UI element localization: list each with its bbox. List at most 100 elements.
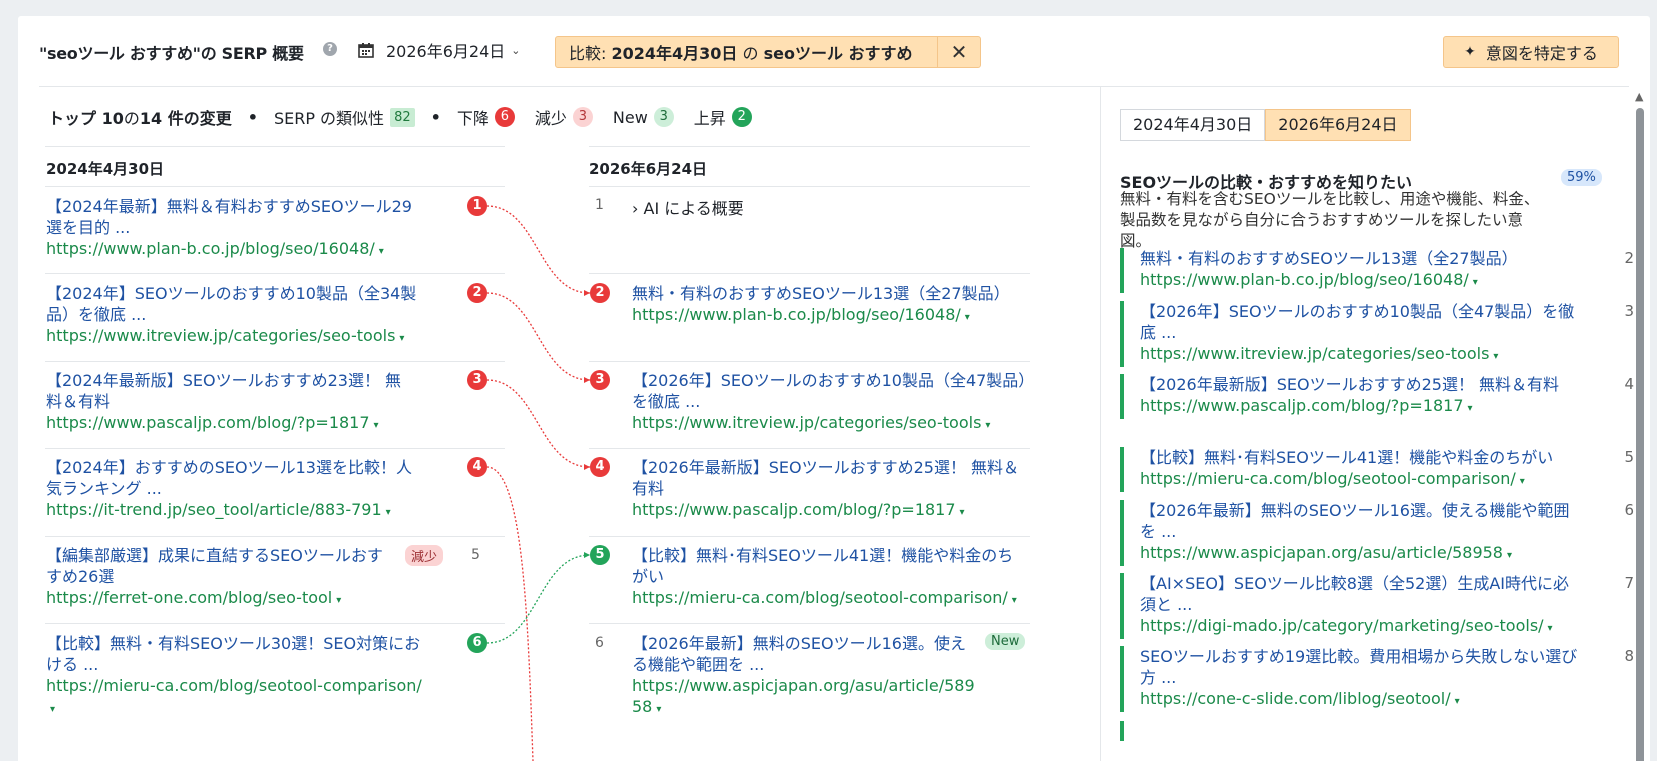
result-url[interactable]: https://mieru-ca.com/blog/seotool-compar… xyxy=(632,588,1008,607)
connector-2-3 xyxy=(486,292,591,381)
summary-lead: トップ 10 xyxy=(48,109,124,128)
result-url[interactable]: https://it-trend.jp/seo_tool/article/883… xyxy=(46,500,382,519)
caret-down-icon[interactable]: ▾ xyxy=(336,595,341,606)
result-url[interactable]: https://www.pascaljp.com/blog/?p=1817 xyxy=(46,413,370,432)
scrollbar-thumb[interactable] xyxy=(1636,108,1644,761)
result-url[interactable]: https://cone-c-slide.com/liblog/seotool/ xyxy=(1140,689,1451,708)
result-title[interactable]: 【2024年最新版】SEOツールおすすめ23選！ 無料＆有料 xyxy=(46,370,416,412)
tab-old-date[interactable]: 2024年4月30日 xyxy=(1120,109,1266,141)
result-url[interactable]: https://mieru-ca.com/blog/seotool-compar… xyxy=(46,676,422,695)
caret-down-icon[interactable]: ▾ xyxy=(960,507,965,518)
intent-result-item[interactable]: 【2026年最新版】SEOツールおすすめ25選！ 無料＆有料 https://w… xyxy=(1120,374,1634,419)
identify-intent-button[interactable]: ✦ 意図を特定する xyxy=(1443,36,1619,68)
result-url[interactable]: https://digi-mado.jp/category/marketing/… xyxy=(1140,616,1544,635)
rank-badge: 5 xyxy=(590,545,610,565)
list-item[interactable]: 【編集部厳選】成果に直結するSEOツールおすすめ26選 https://ferr… xyxy=(46,545,391,611)
result-title[interactable]: 【2026年】SEOツールのおすすめ10製品（全47製品）を徹底 ... xyxy=(1140,301,1580,343)
caret-down-icon[interactable]: ▾ xyxy=(1493,351,1498,362)
result-url[interactable]: https://www.pascaljp.com/blog/?p=1817 xyxy=(1140,396,1464,415)
decrease-label[interactable]: 減少 xyxy=(535,105,567,129)
result-url[interactable]: https://www.itreview.jp/categories/seo-t… xyxy=(632,413,981,432)
result-url[interactable]: https://mieru-ca.com/blog/seotool-compar… xyxy=(1140,469,1516,488)
intent-percent-badge: 59% xyxy=(1561,169,1602,186)
result-title[interactable]: 【2024年最新】無料＆有料おすすめSEOツール29選を目的 ... xyxy=(46,196,426,238)
result-title[interactable]: 【2026年最新版】SEOツールおすすめ25選！ 無料＆有料 xyxy=(632,457,1032,499)
result-url[interactable]: https://www.plan-b.co.jp/blog/seo/16048/ xyxy=(46,239,375,258)
scrollbar[interactable]: ▲ xyxy=(1633,88,1647,761)
result-title[interactable]: 【AI×SEO】SEOツール比較8選（全52選）生成AI時代に必須と ... xyxy=(1140,573,1580,615)
help-icon[interactable]: ? xyxy=(323,42,337,56)
caret-down-icon[interactable]: ▾ xyxy=(1548,623,1553,634)
result-title[interactable]: 【2026年最新】無料のSEOツール16選。使える機能や範囲を ... xyxy=(632,633,977,675)
list-item[interactable]: 【比較】無料・有料SEOツール30選！SEO対策における ... https:/… xyxy=(46,633,426,720)
intent-result-item[interactable]: 【2026年】SEOツールのおすすめ10製品（全47製品）を徹底 ... htt… xyxy=(1120,301,1634,367)
list-item[interactable]: 【2026年最新版】SEOツールおすすめ25選！ 無料＆有料 https://w… xyxy=(632,457,1032,523)
list-item[interactable]: 【比較】無料･有料SEOツール41選！機能や料金のちがい https://mie… xyxy=(632,545,1027,611)
tab-new-date[interactable]: 2026年6月24日 xyxy=(1265,109,1411,141)
list-item[interactable]: 【2024年】SEOツールのおすすめ10製品（全34製品）を徹底 ... htt… xyxy=(46,283,431,349)
ai-overview-toggle[interactable]: › AI による概要 xyxy=(632,195,744,219)
result-url[interactable]: https://www.itreview.jp/categories/seo-t… xyxy=(46,326,395,345)
new-label[interactable]: New xyxy=(613,108,648,127)
caret-down-icon[interactable]: ▾ xyxy=(656,704,661,715)
result-url[interactable]: https://www.plan-b.co.jp/blog/seo/16048/ xyxy=(632,305,961,324)
intent-result-item[interactable]: 【比較】無料･有料SEOツール41選！機能や料金のちがい https://mie… xyxy=(1120,447,1634,492)
intent-result-item[interactable]: SEOツールおすすめ19選比較。費用相場から失敗しない選び方 ... https… xyxy=(1120,646,1634,712)
caret-down-icon[interactable]: ▾ xyxy=(1455,696,1460,707)
result-title[interactable]: 【2026年最新版】SEOツールおすすめ25選！ 無料＆有料 xyxy=(1140,374,1580,395)
caret-down-icon[interactable]: ▾ xyxy=(1520,476,1525,487)
result-url[interactable]: https://www.aspicjapan.org/asu/article/5… xyxy=(1140,543,1503,562)
list-item[interactable]: 【2026年最新】無料のSEOツール16選。使える機能や範囲を ... http… xyxy=(632,633,977,720)
result-url[interactable]: https://www.itreview.jp/categories/seo-t… xyxy=(1140,344,1489,363)
caret-down-icon[interactable]: ▾ xyxy=(985,420,990,431)
compare-chip[interactable]: 比較: 2024年4月30日 の seoツール おすすめ ✕ xyxy=(555,36,981,68)
result-url[interactable]: https://www.pascaljp.com/blog/?p=1817 xyxy=(632,500,956,519)
caret-down-icon[interactable]: ▾ xyxy=(1507,550,1512,561)
list-item[interactable]: 【2024年】おすすめのSEOツール13選を比較！人気ランキング ... htt… xyxy=(46,457,426,523)
result-url[interactable]: https://www.aspicjapan.org/asu/article/5… xyxy=(632,676,975,716)
left-column-header: 2024年4月30日 xyxy=(46,160,165,178)
date-picker[interactable]: 2026年6月24日 ⌄ xyxy=(358,38,520,62)
list-item[interactable]: 無料・有料のおすすめSEOツール13選（全27製品） https://www.p… xyxy=(632,283,1027,328)
close-icon[interactable]: ✕ xyxy=(937,37,980,67)
caret-down-icon[interactable]: ▾ xyxy=(379,246,384,257)
result-title[interactable]: 【比較】無料・有料SEOツール30選！SEO対策における ... xyxy=(46,633,426,675)
intent-result-item[interactable]: 【2026年最新】無料のSEOツール16選。使える機能や範囲を ... http… xyxy=(1120,500,1634,566)
result-title[interactable]: SEOツールおすすめ19選比較。費用相場から失敗しない選び方 ... xyxy=(1140,646,1580,688)
result-title[interactable]: 【2024年】SEOツールのおすすめ10製品（全34製品）を徹底 ... xyxy=(46,283,431,325)
down-label[interactable]: 下降 xyxy=(457,105,489,129)
result-url[interactable]: https://www.plan-b.co.jp/blog/seo/16048/ xyxy=(1140,270,1469,289)
caret-down-icon[interactable]: ▾ xyxy=(374,420,379,431)
caret-down-icon[interactable]: ▾ xyxy=(1473,277,1478,288)
rank-badge: 1 xyxy=(467,196,487,216)
list-item[interactable]: 【2026年】SEOツールのおすすめ10製品（全47製品）を徹底 ... htt… xyxy=(632,370,1032,436)
result-title[interactable]: 無料・有料のおすすめSEOツール13選（全27製品） xyxy=(1140,248,1630,269)
new-count-badge: 3 xyxy=(653,107,674,127)
intent-result-item[interactable]: 無料・有料のおすすめSEOツール13選（全27製品） https://www.p… xyxy=(1120,248,1634,293)
caret-down-icon[interactable]: ▾ xyxy=(50,704,55,715)
intent-result-item[interactable]: 【AI×SEO】SEOツール比較8選（全52選）生成AI時代に必須と ... h… xyxy=(1120,573,1634,639)
result-title[interactable]: 【比較】無料･有料SEOツール41選！機能や料金のちがい xyxy=(1140,447,1580,468)
result-url[interactable]: https://ferret-one.com/blog/seo-tool xyxy=(46,588,332,607)
list-item[interactable]: 【2024年最新】無料＆有料おすすめSEOツール29選を目的 ... https… xyxy=(46,196,426,262)
new-tag: New xyxy=(985,633,1026,650)
result-title[interactable]: 【編集部厳選】成果に直結するSEOツールおすすめ26選 xyxy=(46,545,391,587)
result-title[interactable]: 【比較】無料･有料SEOツール41選！機能や料金のちがい xyxy=(632,545,1027,587)
intent-result-item[interactable] xyxy=(1120,721,1630,741)
caret-down-icon[interactable]: ▾ xyxy=(965,312,970,323)
result-title[interactable]: 【2024年】おすすめのSEOツール13選を比較！人気ランキング ... xyxy=(46,457,426,499)
scroll-up-icon[interactable]: ▲ xyxy=(1635,90,1643,103)
caret-down-icon[interactable]: ▾ xyxy=(386,507,391,518)
header-bar: "seoツール おすすめ"の SERP 概要 ? 2026年6月24日 ⌄ 比較… xyxy=(18,16,1650,86)
up-label[interactable]: 上昇 xyxy=(694,105,726,129)
compare-chip-text: 比較: 2024年4月30日 の seoツール おすすめ xyxy=(569,44,913,63)
date-tabs: 2024年4月30日 2026年6月24日 xyxy=(1120,109,1411,141)
result-title[interactable]: 【2026年最新】無料のSEOツール16選。使える機能や範囲を ... xyxy=(1140,500,1580,542)
rank-badge: 3 xyxy=(467,370,487,390)
caret-down-icon[interactable]: ▾ xyxy=(399,333,404,344)
list-item[interactable]: 【2024年最新版】SEOツールおすすめ23選！ 無料＆有料 https://w… xyxy=(46,370,416,436)
caret-down-icon[interactable]: ▾ xyxy=(1012,595,1017,606)
caret-down-icon[interactable]: ▾ xyxy=(1468,403,1473,414)
result-title[interactable]: 【2026年】SEOツールのおすすめ10製品（全47製品）を徹底 ... xyxy=(632,370,1032,412)
result-title[interactable]: 無料・有料のおすすめSEOツール13選（全27製品） xyxy=(632,283,1027,304)
